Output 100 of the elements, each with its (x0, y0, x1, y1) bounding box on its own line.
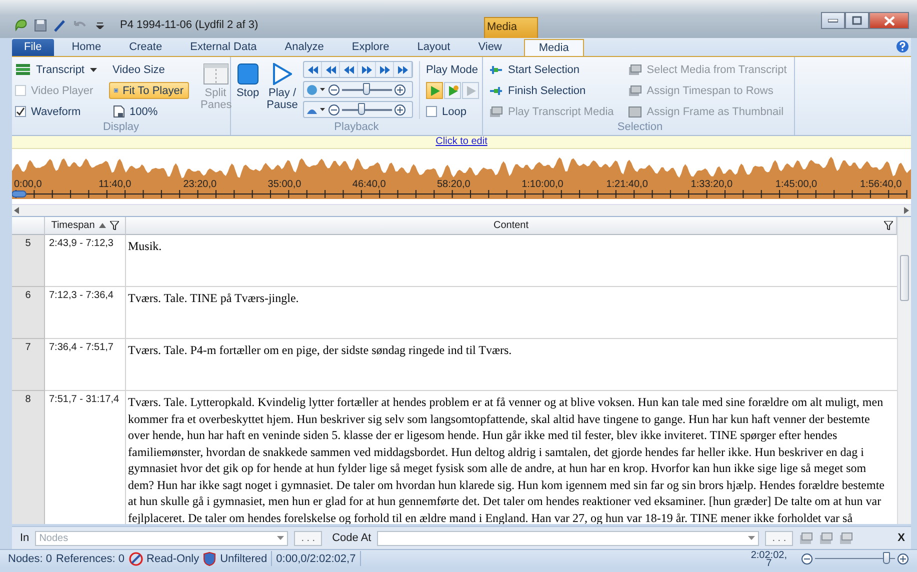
checkbox[interactable] (426, 106, 437, 117)
in-label: In (20, 532, 30, 544)
checkbox-label: Video Player (31, 84, 94, 96)
pen-icon[interactable] (53, 18, 66, 32)
stop-button[interactable]: Stop (234, 61, 262, 121)
play-mode-button[interactable] (426, 82, 443, 99)
ribbon-tab[interactable]: Layout (403, 39, 464, 56)
zoom-in-icon[interactable] (394, 84, 406, 96)
ribbon-tab[interactable]: Home (58, 39, 116, 56)
status-text: References: 0 (56, 552, 125, 564)
nodes-field[interactable]: Nodes (35, 530, 288, 546)
play-icon (272, 63, 292, 85)
time-label: 58:20,0 (437, 179, 470, 190)
media-stack-icon (628, 64, 642, 76)
code-at-field[interactable] (377, 530, 760, 546)
transcript-dropdown[interactable]: Transcript (15, 61, 96, 78)
help-icon[interactable] (896, 40, 909, 53)
zoom-in-icon[interactable] (394, 104, 406, 116)
media-stack-icon (628, 84, 642, 96)
play-mode-button[interactable] (444, 82, 461, 99)
checkbox-label: Loop (442, 106, 466, 118)
group-label: Selection (616, 121, 664, 135)
code-icon[interactable] (799, 532, 814, 544)
zoom-in-icon[interactable] (897, 552, 909, 564)
scroll-left-icon[interactable] (14, 207, 19, 214)
save-icon[interactable] (34, 18, 47, 32)
time-label: 1:56:40,0 (860, 179, 902, 190)
ribbon-tab[interactable]: Explore (338, 39, 404, 56)
vertical-scrollbar[interactable] (897, 217, 911, 524)
timespan-cell: 2:43,9 - 7:12,3 (45, 235, 126, 287)
checkbox[interactable] (15, 106, 26, 117)
actual-size-button[interactable]: 100% (108, 103, 188, 120)
caret-icon (277, 536, 284, 540)
time-label: 1:45:00,0 (775, 179, 818, 190)
ribbon-tab[interactable]: Create (115, 39, 176, 56)
group-label: Display (102, 121, 140, 135)
group-label: Playback (333, 121, 380, 135)
browse-button[interactable]: . . . (294, 530, 322, 546)
file-tab[interactable]: File (12, 39, 54, 56)
fit-to-player-button[interactable]: Fit To Player (108, 82, 188, 99)
header-corner (12, 217, 45, 235)
play-icon (428, 84, 440, 96)
caret-icon (90, 68, 96, 72)
slider-thumb[interactable] (358, 102, 366, 114)
column-header[interactable]: Timespan (45, 217, 126, 235)
sort-ascending-icon[interactable] (98, 223, 106, 228)
rewind-icon (342, 64, 355, 74)
close-bar-button[interactable]: X (898, 532, 905, 544)
time-label: 1:21:40,0 (606, 179, 648, 190)
close-button[interactable] (869, 12, 909, 29)
stop-icon (236, 63, 259, 85)
browse-button[interactable]: . . . (765, 530, 794, 546)
skip-first-icon (306, 64, 319, 74)
play-icon (464, 84, 476, 96)
slider-thumb[interactable] (363, 82, 370, 94)
checkbox-label: Waveform (31, 106, 81, 118)
column-header[interactable]: Content (126, 217, 897, 235)
ribbon-tab[interactable]: External Data (176, 39, 271, 56)
ribbon-tab[interactable]: View (464, 39, 516, 56)
pencil-no-icon (128, 552, 143, 566)
horizontal-scrollbar[interactable] (12, 204, 911, 216)
previous-icon (324, 64, 337, 74)
minimize-button[interactable] (821, 12, 845, 29)
time-label: 46:40,0 (352, 179, 386, 190)
time-label: 35:00,0 (268, 179, 302, 190)
selection-command[interactable]: Start Selection (489, 61, 614, 78)
selection-command[interactable]: Finish Selection (489, 82, 614, 99)
time-label: 1:33:20,0 (690, 179, 733, 190)
zoom-slider[interactable] (801, 552, 909, 564)
start-marker-icon (489, 64, 503, 76)
ribbon-tab[interactable]: Media (524, 39, 584, 56)
filter-icon[interactable] (884, 221, 893, 230)
next-icon (378, 64, 391, 74)
fast-forward-icon (360, 64, 373, 74)
time-label: 11:40,0 (98, 179, 132, 190)
slider-control[interactable] (303, 81, 414, 98)
speaker-icon[interactable] (306, 84, 326, 96)
ribbon-tab[interactable]: Analyze (270, 39, 338, 56)
timespan-cell: 7:12,3 - 7:36,4 (45, 287, 126, 339)
filter-icon[interactable] (110, 221, 119, 230)
section-label: Video Size (112, 62, 166, 78)
window-title: P4 1994-11-06 (Lydfil 2 af 3) (120, 19, 258, 31)
row-number: 6 (12, 287, 45, 339)
time-label: 1:10:00,0 (522, 179, 564, 190)
slider-thumb[interactable] (883, 552, 890, 564)
maximize-button[interactable] (845, 12, 869, 29)
customize-menu-icon[interactable] (96, 21, 104, 29)
zoom-out-icon[interactable] (801, 552, 813, 564)
click-to-edit-link[interactable]: Click to edit (436, 136, 488, 147)
content-cell: Tværs. Tale. P4-m fortæller om en pige, der sidste søndag ringede ind til Tværs. (126, 339, 897, 391)
play-pause-button[interactable]: Play / Pause (266, 61, 300, 121)
zoom-out-icon[interactable] (328, 104, 340, 116)
zoom-out-icon[interactable] (328, 84, 340, 96)
scroll-right-icon[interactable] (904, 207, 909, 214)
slider-control[interactable] (303, 101, 414, 118)
timespan-cell: 7:36,4 - 7:51,7 (45, 339, 126, 391)
app-icon (14, 18, 28, 32)
code-at-label: Code At (332, 532, 372, 544)
spread-icon[interactable] (839, 532, 854, 544)
uncode-icon[interactable] (819, 532, 834, 544)
